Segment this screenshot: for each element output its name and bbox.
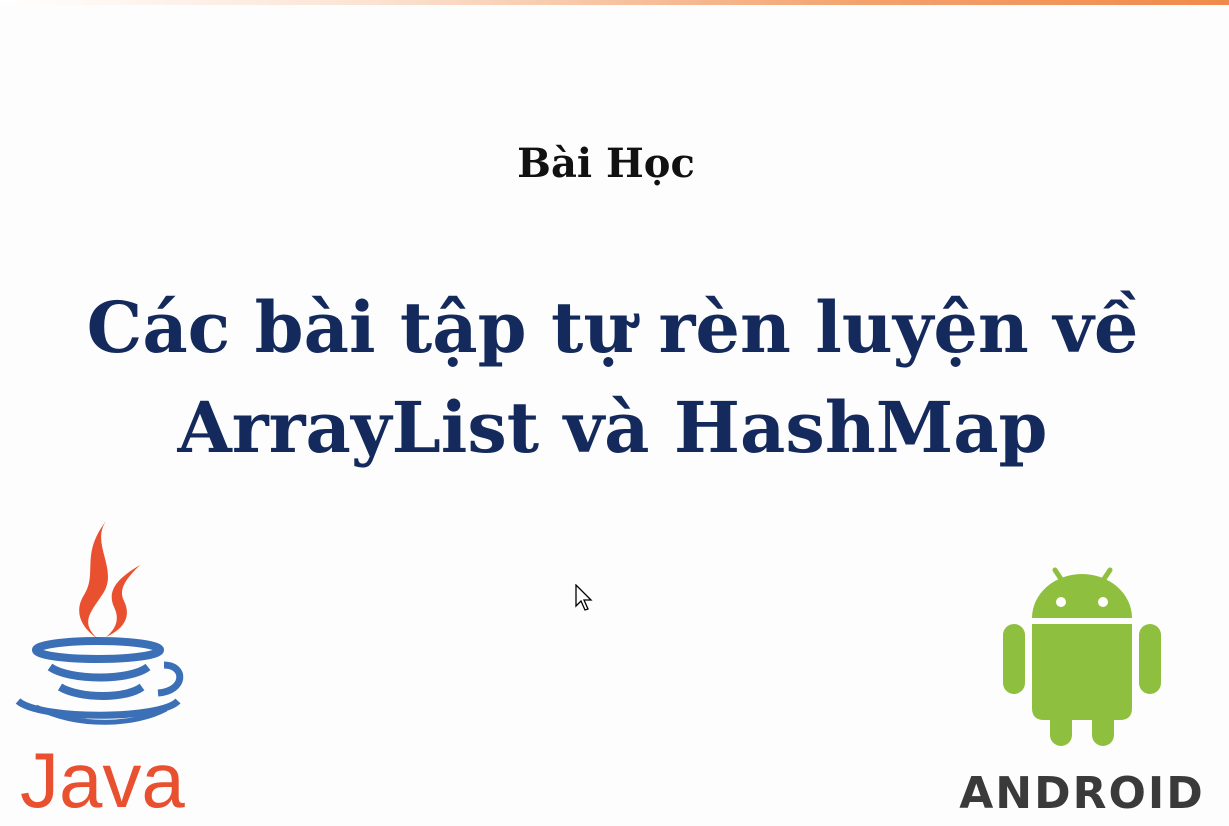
java-logo-icon: Java: [15, 521, 185, 820]
slide: Bài Học Các bài tập tự rèn luyện về Arra…: [0, 0, 1229, 826]
android-robot-icon: ANDROID: [959, 567, 1205, 819]
title-line-1: Các bài tập tự rèn luyện về: [86, 286, 1139, 369]
top-accent-bar: [0, 0, 1229, 5]
android-wordmark: ANDROID: [959, 768, 1205, 819]
title-line-2: ArrayList và HashMap: [177, 386, 1048, 469]
mouse-cursor-icon: [575, 584, 593, 611]
lesson-label: Bài Học: [517, 140, 695, 187]
java-wordmark: Java: [20, 736, 185, 820]
slide-title: Các bài tập tự rèn luyện về ArrayList và…: [0, 278, 1225, 478]
